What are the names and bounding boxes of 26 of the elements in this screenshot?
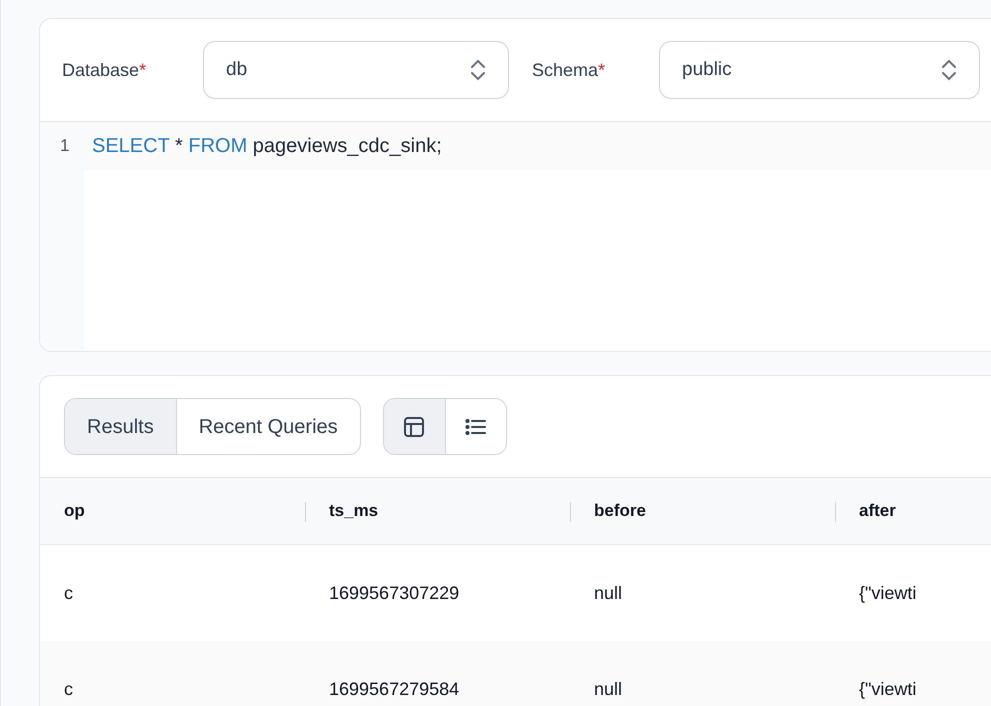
- table-cell-text: null: [594, 582, 622, 604]
- line-number: 1: [60, 135, 70, 158]
- column-header: ts_ms: [329, 500, 378, 522]
- tab[interactable]: Recent Queries: [176, 399, 360, 454]
- table-cell-text: {"viewti: [859, 582, 916, 605]
- field-label: Schema*: [532, 60, 606, 80]
- select-field[interactable]: db: [203, 41, 509, 99]
- table-cell-text: null: [594, 678, 622, 700]
- chevron-up-down-icon: [941, 58, 957, 82]
- table-cell-text: c: [64, 582, 73, 604]
- table-cell-text: c: [64, 678, 73, 700]
- code-line: SELECT * FROM pageviews_cdc_sink;: [92, 134, 442, 159]
- field-label: Database*: [62, 60, 146, 80]
- column-header: op: [64, 500, 85, 522]
- list-view-button[interactable]: [444, 399, 506, 454]
- table-view-button[interactable]: [384, 399, 445, 454]
- chevron-up-down-icon: [470, 58, 486, 82]
- table-cell-text: {"viewti: [859, 678, 916, 701]
- tab[interactable]: Results: [65, 399, 176, 454]
- table-cell-text: 1699567279584: [329, 678, 460, 700]
- layout-icon: [402, 414, 426, 438]
- select-field[interactable]: public: [659, 41, 980, 99]
- column-header: after: [859, 500, 896, 522]
- column-header: before: [594, 500, 646, 522]
- code-editor[interactable]: 1 SELECT * FROM pageviews_cdc_sink;: [40, 121, 991, 351]
- table-cell-text: 1699567307229: [329, 582, 460, 604]
